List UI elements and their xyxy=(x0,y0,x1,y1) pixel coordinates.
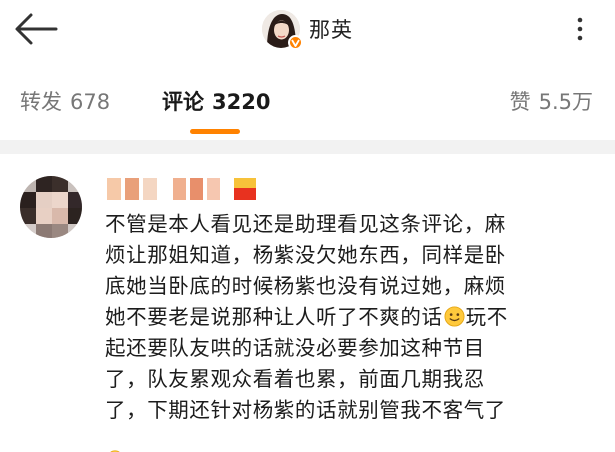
profile-avatar-wrap xyxy=(262,10,303,50)
comment-line: 烦让那姐知道，杨紫没欠她东西，同样是卧 xyxy=(105,243,506,267)
commenter-avatar[interactable] xyxy=(20,176,82,238)
comment-line: 她不要老是说那种让人听了不爽的话 玩不 xyxy=(105,302,605,333)
verified-v-icon xyxy=(291,39,300,47)
tab-comments-count: 3220 xyxy=(212,90,271,114)
tab-comments-label: 评论 xyxy=(162,90,204,114)
comment-line: 底她当卧底的时候杨紫也没有说过她，麻烦 xyxy=(105,274,506,298)
section-divider xyxy=(0,140,615,154)
comment-line: 起还要队友哄的话就没必要参加这种节目 xyxy=(105,336,485,360)
back-button[interactable] xyxy=(14,12,58,46)
smile-emoji-icon xyxy=(444,306,465,327)
tab-repost-label: 转发 xyxy=(20,90,62,114)
active-tab-indicator xyxy=(190,129,240,134)
tab-repost-count: 678 xyxy=(70,90,111,114)
comment-line: 了，队友累观众看着也累，前面几期我忍 xyxy=(105,367,485,391)
profile-header[interactable]: 那英 xyxy=(262,7,353,51)
more-vertical-icon xyxy=(577,17,583,41)
comment-text: 不管是本人看见还是助理看见这条评论，麻 烦让那姐知道，杨紫没欠她东西，同样是卧 … xyxy=(105,209,605,426)
tab-likes[interactable]: 赞 5.5万 xyxy=(510,86,593,116)
more-button[interactable] xyxy=(567,16,593,42)
comment-item[interactable]: 不管是本人看见还是助理看见这条评论，麻 烦让那姐知道，杨紫没欠她东西，同样是卧 … xyxy=(0,154,615,452)
top-bar: 那英 xyxy=(0,0,615,66)
tab-likes-label: 赞 xyxy=(509,90,531,114)
comment-line-segment: 玩不 xyxy=(465,305,508,329)
comment-line-segment: 她不要老是说那种让人听了不爽的话 xyxy=(105,305,443,329)
commenter-name-obscured[interactable] xyxy=(107,178,256,200)
profile-name: 那英 xyxy=(309,18,353,42)
tab-comments[interactable]: 评论 3220 xyxy=(162,86,270,116)
comment-page: 那英 转发 678 评论 3220 赞 5.5万 不管是本人看见还是助理看见这条… xyxy=(0,0,615,452)
tab-repost[interactable]: 转发 678 xyxy=(20,86,110,116)
comment-line: 不管是本人看见还是助理看见这条评论，麻 xyxy=(105,212,506,236)
tab-likes-count: 5.5万 xyxy=(538,90,593,114)
arrow-left-icon xyxy=(15,13,58,45)
verified-badge xyxy=(288,35,303,50)
tab-bar: 转发 678 评论 3220 赞 5.5万 xyxy=(0,66,615,140)
comment-line: 了，下期还针对杨紫的话就别管我不客气了 xyxy=(105,398,506,422)
